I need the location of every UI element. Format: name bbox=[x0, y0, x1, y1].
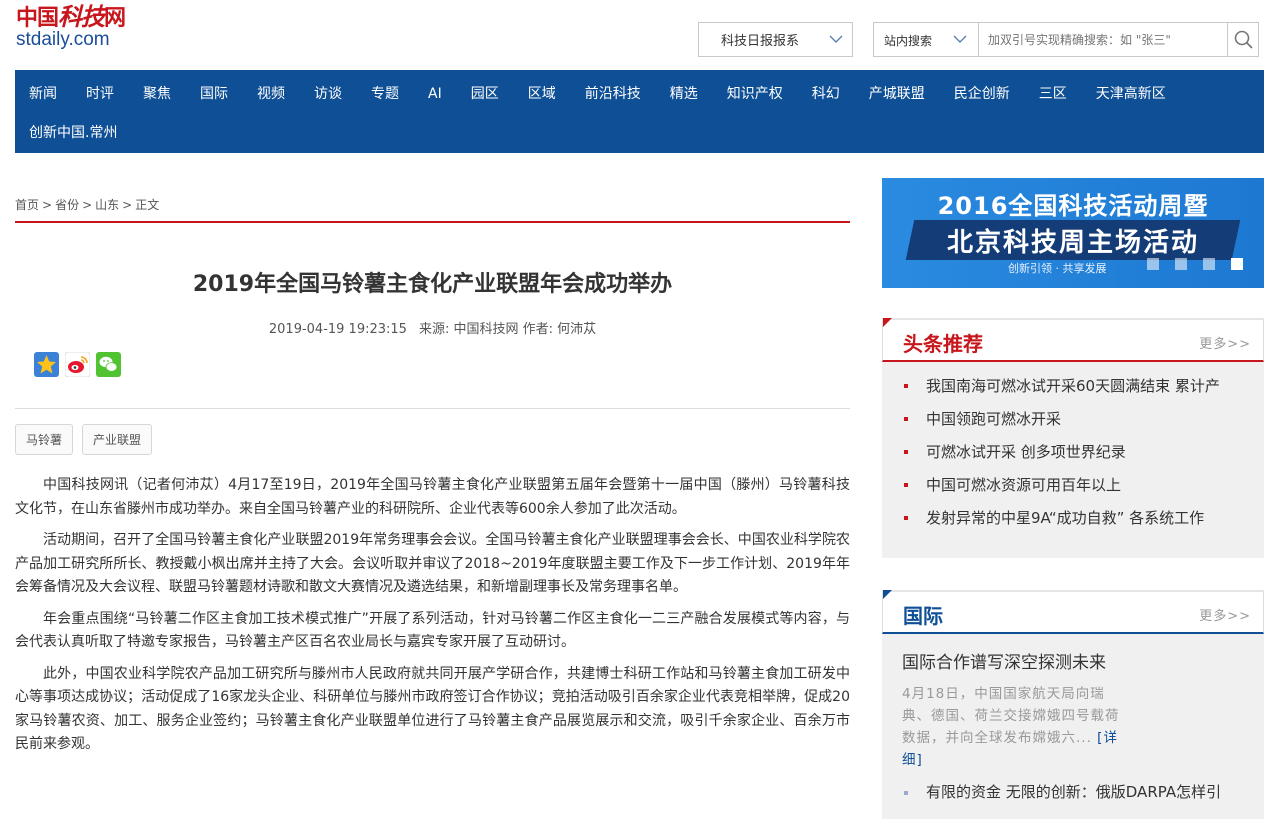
logo-text-1: 中国 bbox=[16, 5, 59, 31]
nav-item[interactable]: 访谈 bbox=[314, 70, 342, 111]
banner-line-3: 创新引领 · 共享发展 bbox=[1008, 262, 1107, 275]
nav-item[interactable]: 产城联盟 bbox=[869, 70, 925, 111]
banner-dot[interactable] bbox=[1147, 258, 1159, 270]
chevron-down-icon bbox=[829, 35, 843, 43]
corner-flag-icon bbox=[883, 590, 892, 599]
international-panel-title: 国际 bbox=[903, 604, 943, 628]
international-item-text: 有限的资金 无限的创新：俄版DARPA怎样引 bbox=[926, 783, 1222, 801]
tag-list: 马铃薯 产业联盟 bbox=[15, 424, 153, 455]
headline-list-item[interactable]: 发射异常的中星9A“成功自救” 各系统工作 bbox=[904, 504, 1264, 537]
divider bbox=[15, 408, 850, 409]
share-bar bbox=[34, 351, 121, 378]
article-author: 作者: 何沛苁 bbox=[522, 322, 597, 337]
qzone-star-icon[interactable] bbox=[34, 352, 59, 377]
headline-list-item[interactable]: 我国南海可燃冰试开采60天圆满结束 累计产 bbox=[904, 372, 1264, 405]
article-body: 中国科技网讯（记者何沛苁）4月17至19日，2019年全国马铃薯主食化产业联盟第… bbox=[15, 474, 850, 765]
international-list-item[interactable]: 有限的资金 无限的创新：俄版DARPA怎样引 bbox=[882, 771, 1264, 802]
search-button[interactable] bbox=[1227, 23, 1258, 56]
promo-banner[interactable]: 2016全国科技活动周暨 北京科技周主场活动 创新引领 · 共享发展 bbox=[882, 178, 1264, 288]
nav-item[interactable]: 前沿科技 bbox=[585, 70, 641, 111]
headline-more-link[interactable]: 更多>> bbox=[1199, 333, 1251, 352]
weibo-icon[interactable] bbox=[64, 351, 91, 378]
main-nav: 新闻 时评 聚焦 国际 视频 访谈 专题 AI 园区 区域 前沿科技 精选 知识产权 科幻 产城联盟 民企创新… bbox=[15, 70, 1264, 153]
headline-list-item[interactable]: 可燃冰试开采 创多项世界纪录 bbox=[904, 438, 1264, 471]
breadcrumb: 首页 > 省份 > 山东 > 正文 bbox=[15, 198, 160, 212]
article-title: 2019年全国马铃薯主食化产业联盟年会成功举办 bbox=[192, 272, 673, 297]
headline-list-item[interactable]: 中国领跑可燃冰开采 bbox=[904, 405, 1264, 438]
search-scope-label: 站内搜索 bbox=[884, 34, 933, 48]
nav-item[interactable]: 视频 bbox=[257, 70, 285, 111]
headline-panel: 头条推荐 更多>> 我国南海可燃冰试开采60天圆满结束 累计产 中国领跑可燃冰开采… bbox=[882, 318, 1264, 558]
nav-item[interactable]: 园区 bbox=[471, 70, 499, 111]
breadcrumb-province[interactable]: 省份 bbox=[55, 198, 79, 212]
search-input[interactable] bbox=[980, 23, 1228, 56]
nav-item[interactable]: 国际 bbox=[200, 70, 228, 111]
nav-item[interactable]: 三区 bbox=[1039, 70, 1067, 111]
article-meta: 2019-04-19 19:23:15 来源: 中国科技网 作者: 何沛苁 bbox=[15, 318, 850, 337]
nav-item[interactable]: AI bbox=[428, 70, 442, 111]
banner-dot-active[interactable] bbox=[1231, 258, 1243, 270]
breadcrumb-shandong[interactable]: 山东 bbox=[95, 198, 119, 212]
nav-item[interactable]: 创新中国.常州 bbox=[29, 111, 117, 152]
article-paragraph: 中国科技网讯（记者何沛苁）4月17至19日，2019年全国马铃薯主食化产业联盟第… bbox=[15, 477, 850, 517]
search-icon bbox=[1234, 30, 1253, 49]
tag-alliance[interactable]: 产业联盟 bbox=[82, 424, 153, 455]
nav-item[interactable]: 民企创新 bbox=[954, 70, 1010, 111]
nav-item[interactable]: 时评 bbox=[86, 70, 114, 111]
logo-text-3: 网 bbox=[104, 5, 126, 31]
nav-item[interactable]: 科幻 bbox=[812, 70, 840, 111]
site-logo[interactable]: 中国科技网 stdaily.com bbox=[16, 4, 146, 52]
logo-text-2: 科技 bbox=[58, 2, 105, 31]
search-bar: 站内搜索 bbox=[873, 22, 1259, 57]
search-scope-select[interactable]: 站内搜索 bbox=[874, 23, 979, 56]
international-lead-text: 4月18日，中国国家航天局向瑞典、德国、荷兰交接嫦娥四号载荷数据，并向全球发布嫦… bbox=[902, 686, 1120, 746]
nav-item[interactable]: 知识产权 bbox=[727, 70, 783, 111]
banner-dot[interactable] bbox=[1203, 258, 1215, 270]
article-datetime: 2019-04-19 19:23:15 bbox=[268, 322, 407, 337]
paper-family-label: 科技日报报系 bbox=[721, 34, 800, 49]
banner-pager bbox=[1147, 258, 1243, 270]
article-paragraph: 此外，中国农业科学院农产品加工研究所与滕州市人民政府就共同开展产学研合作，共建博… bbox=[15, 665, 850, 753]
article-paragraph: 年会重点围绕“马铃薯二作区主食加工技术模式推广”开展了系列活动，针对马铃薯二作区… bbox=[15, 610, 850, 651]
corner-flag-icon bbox=[883, 318, 892, 327]
banner-line-1: 2016全国科技活动周暨 bbox=[937, 192, 1209, 220]
nav-item[interactable]: 聚焦 bbox=[143, 70, 171, 111]
site-header: 中国科技网 stdaily.com 科技日报报系 站内搜索 bbox=[0, 0, 1280, 70]
paper-family-select[interactable]: 科技日报报系 bbox=[698, 22, 853, 57]
chevron-down-icon bbox=[953, 35, 967, 43]
breadcrumb-home[interactable]: 首页 bbox=[15, 198, 39, 212]
nav-item[interactable]: 天津高新区 bbox=[1096, 70, 1166, 111]
headline-panel-title: 头条推荐 bbox=[903, 332, 983, 356]
headline-list-item[interactable]: 中国可燃冰资源可用百年以上 bbox=[904, 471, 1264, 504]
article-source: 来源: 中国科技网 bbox=[418, 322, 519, 337]
banner-line-2: 北京科技周主场活动 bbox=[946, 228, 1199, 258]
nav-item[interactable]: 区域 bbox=[528, 70, 556, 111]
international-panel: 国际 更多>> 国际合作谱写深空探测未来 4月18日，中国国家航天局向瑞典、德国… bbox=[882, 590, 1264, 819]
nav-item[interactable]: 专题 bbox=[371, 70, 399, 111]
divider-red bbox=[15, 221, 850, 223]
logo-domain: stdaily.com bbox=[16, 29, 110, 50]
international-more-link[interactable]: 更多>> bbox=[1199, 605, 1251, 624]
article-paragraph: 活动期间，召开了全国马铃薯主食化产业联盟2019年常务理事会会议。全国马铃薯主食… bbox=[15, 532, 850, 595]
banner-dot[interactable] bbox=[1175, 258, 1187, 270]
wechat-icon[interactable] bbox=[96, 352, 121, 377]
international-lead-summary: 4月18日，中国国家航天局向瑞典、德国、荷兰交接嫦娥四号载荷数据，并向全球发布嫦… bbox=[882, 673, 1132, 771]
nav-item[interactable]: 精选 bbox=[670, 70, 698, 111]
tag-potato[interactable]: 马铃薯 bbox=[15, 424, 74, 455]
breadcrumb-current: 正文 bbox=[135, 198, 160, 212]
international-lead-title[interactable]: 国际合作谱写深空探测未来 bbox=[882, 634, 1264, 673]
nav-item[interactable]: 新闻 bbox=[29, 70, 57, 111]
